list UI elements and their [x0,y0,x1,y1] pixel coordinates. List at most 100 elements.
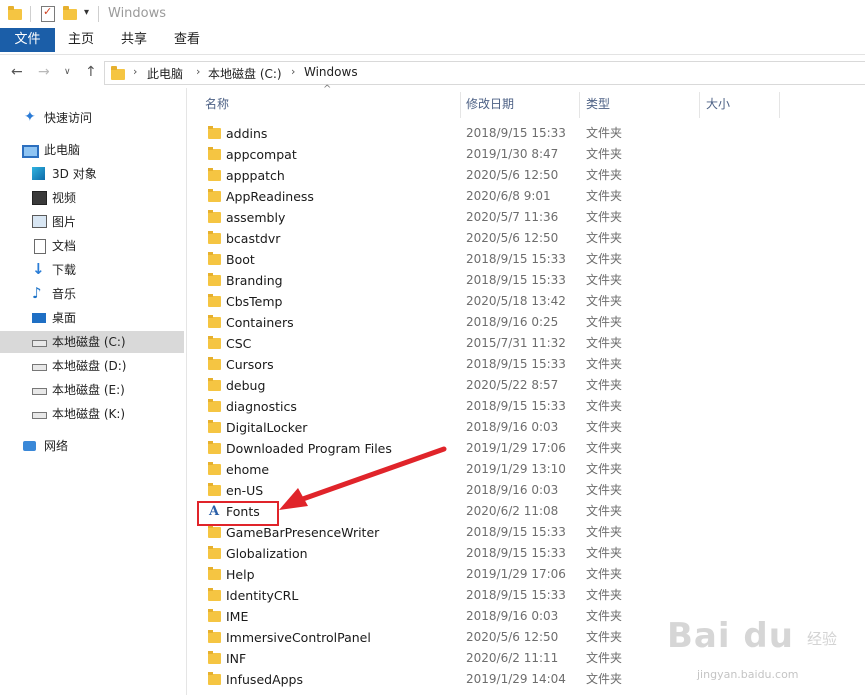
chevron-right-icon[interactable]: › [133,65,137,78]
nav-downloads[interactable]: ↓ 下载 [0,259,184,281]
folder-icon [208,378,221,391]
file-date: 2018/9/15 15:33 [466,357,566,371]
file-row[interactable]: AppReadiness 2020/6/8 9:01 文件夹 [187,186,865,207]
file-row[interactable]: DigitalLocker 2018/9/16 0:03 文件夹 [187,417,865,438]
column-divider[interactable] [779,92,780,118]
file-row[interactable]: Boot 2018/9/15 15:33 文件夹 [187,249,865,270]
file-row[interactable]: appcompat 2019/1/30 8:47 文件夹 [187,144,865,165]
up-arrow-icon[interactable]: ↑ [85,64,97,80]
file-row[interactable]: Containers 2018/9/16 0:25 文件夹 [187,312,865,333]
column-header-type[interactable]: 类型 [586,88,686,120]
nav-videos[interactable]: 视频 [0,187,184,209]
nav-label: 下载 [52,263,77,277]
file-name: IME [226,609,249,624]
folder-icon [208,315,221,328]
folder-icon [208,462,221,475]
download-icon: ↓ [32,260,45,278]
nav-drive-k[interactable]: 本地磁盘 (K:) [0,403,184,425]
title-bar: ▾ Windows [0,0,865,28]
file-row[interactable]: ehome 2019/1/29 13:10 文件夹 [187,459,865,480]
address-bar[interactable]: › 此电脑 › 本地磁盘 (C:) › Windows [104,61,865,85]
nav-pictures[interactable]: 图片 [0,211,184,233]
file-row[interactable]: diagnostics 2018/9/15 15:33 文件夹 [187,396,865,417]
nav-network[interactable]: 网络 [0,435,184,457]
file-type: 文件夹 [586,651,623,665]
breadcrumb-windows[interactable]: Windows [304,65,358,79]
file-row[interactable]: A Fonts 2020/6/2 11:08 文件夹 [187,501,865,522]
column-header-size[interactable]: 大小 [706,88,776,120]
file-type: 文件夹 [586,147,623,161]
nav-drive-d[interactable]: 本地磁盘 (D:) [0,355,184,377]
tab-share[interactable]: 共享 [113,28,155,52]
file-row[interactable]: CbsTemp 2020/5/18 13:42 文件夹 [187,291,865,312]
file-date: 2018/9/15 15:33 [466,399,566,413]
nav-this-pc[interactable]: 此电脑 [0,139,184,161]
file-type: 文件夹 [586,189,623,203]
file-row[interactable]: Help 2019/1/29 17:06 文件夹 [187,564,865,585]
file-date: 2019/1/29 17:06 [466,441,566,455]
file-date: 2018/9/15 15:33 [466,546,566,560]
nav-quick-access[interactable]: ✦ 快速访问 [0,107,184,129]
file-row[interactable]: IdentityCRL 2018/9/15 15:33 文件夹 [187,585,865,606]
file-row[interactable]: en-US 2018/9/16 0:03 文件夹 [187,480,865,501]
file-list: addins 2018/9/15 15:33 文件夹 appcompat 2019/1/… [187,123,865,695]
chevron-right-icon[interactable]: › [291,65,295,78]
properties-icon[interactable] [41,5,55,22]
file-row[interactable]: Downloaded Program Files 2019/1/29 17:06 文… [187,438,865,459]
file-row[interactable]: apppatch 2020/5/6 12:50 文件夹 [187,165,865,186]
column-header-date[interactable]: 修改日期 [466,88,576,120]
file-date: 2020/5/6 12:50 [466,231,559,245]
column-divider[interactable] [699,92,700,118]
folder-icon [208,567,221,580]
drive-icon [32,388,47,395]
file-type: 文件夹 [586,315,623,329]
file-name: apppatch [226,168,285,183]
nav-desktop[interactable]: 桌面 [0,307,184,329]
file-type: 文件夹 [586,378,623,392]
column-divider[interactable] [460,92,461,118]
nav-label: 本地磁盘 (K:) [52,407,126,421]
column-header-name[interactable]: 名称 [205,88,455,120]
file-row[interactable]: assembly 2020/5/7 11:36 文件夹 [187,207,865,228]
chevron-right-icon[interactable]: › [196,65,200,78]
video-icon [32,191,47,205]
chevron-down-icon[interactable]: ▾ [84,7,89,18]
tab-view[interactable]: 查看 [166,28,208,52]
file-row[interactable]: Branding 2018/9/15 15:33 文件夹 [187,270,865,291]
file-row[interactable]: Globalization 2018/9/15 15:33 文件夹 [187,543,865,564]
new-folder-icon[interactable] [63,6,77,20]
nav-drive-e[interactable]: 本地磁盘 (E:) [0,379,184,401]
file-row[interactable]: CSC 2015/7/31 11:32 文件夹 [187,333,865,354]
forward-arrow-icon[interactable]: → [38,64,50,80]
file-row[interactable]: bcastdvr 2020/5/6 12:50 文件夹 [187,228,865,249]
file-date: 2019/1/29 17:06 [466,567,566,581]
file-date: 2015/7/31 11:32 [466,336,566,350]
folder-icon [208,609,221,622]
back-arrow-icon[interactable]: ← [11,64,23,80]
file-date: 2018/9/16 0:25 [466,315,559,329]
nav-drive-c[interactable]: 本地磁盘 (C:) [0,331,184,353]
file-date: 2018/9/16 0:03 [466,483,559,497]
nav-3d-objects[interactable]: 3D 对象 [0,163,184,185]
nav-label: 网络 [44,439,69,453]
nav-documents[interactable]: 文档 [0,235,184,257]
file-row[interactable]: Cursors 2018/9/15 15:33 文件夹 [187,354,865,375]
breadcrumb-this-pc[interactable]: 此电脑 [147,65,183,82]
recent-locations-icon[interactable]: ∨ [64,67,71,77]
nav-music[interactable]: ♪ 音乐 [0,283,184,305]
folder-icon [208,588,221,601]
3d-objects-icon [32,167,45,180]
file-name: Downloaded Program Files [226,441,392,456]
folder-icon [208,399,221,412]
tab-home[interactable]: 主页 [60,28,102,52]
file-row[interactable]: addins 2018/9/15 15:33 文件夹 [187,123,865,144]
file-row[interactable]: debug 2020/5/22 8:57 文件夹 [187,375,865,396]
file-row[interactable]: GameBarPresenceWriter 2018/9/15 15:33 文件夹 [187,522,865,543]
tab-file[interactable]: 文件 [0,28,55,52]
folder-icon [208,546,221,559]
file-name: Globalization [226,546,308,561]
column-divider[interactable] [579,92,580,118]
file-name: Containers [226,315,294,330]
file-name: DigitalLocker [226,420,308,435]
breadcrumb-drive-c[interactable]: 本地磁盘 (C:) [208,65,282,82]
